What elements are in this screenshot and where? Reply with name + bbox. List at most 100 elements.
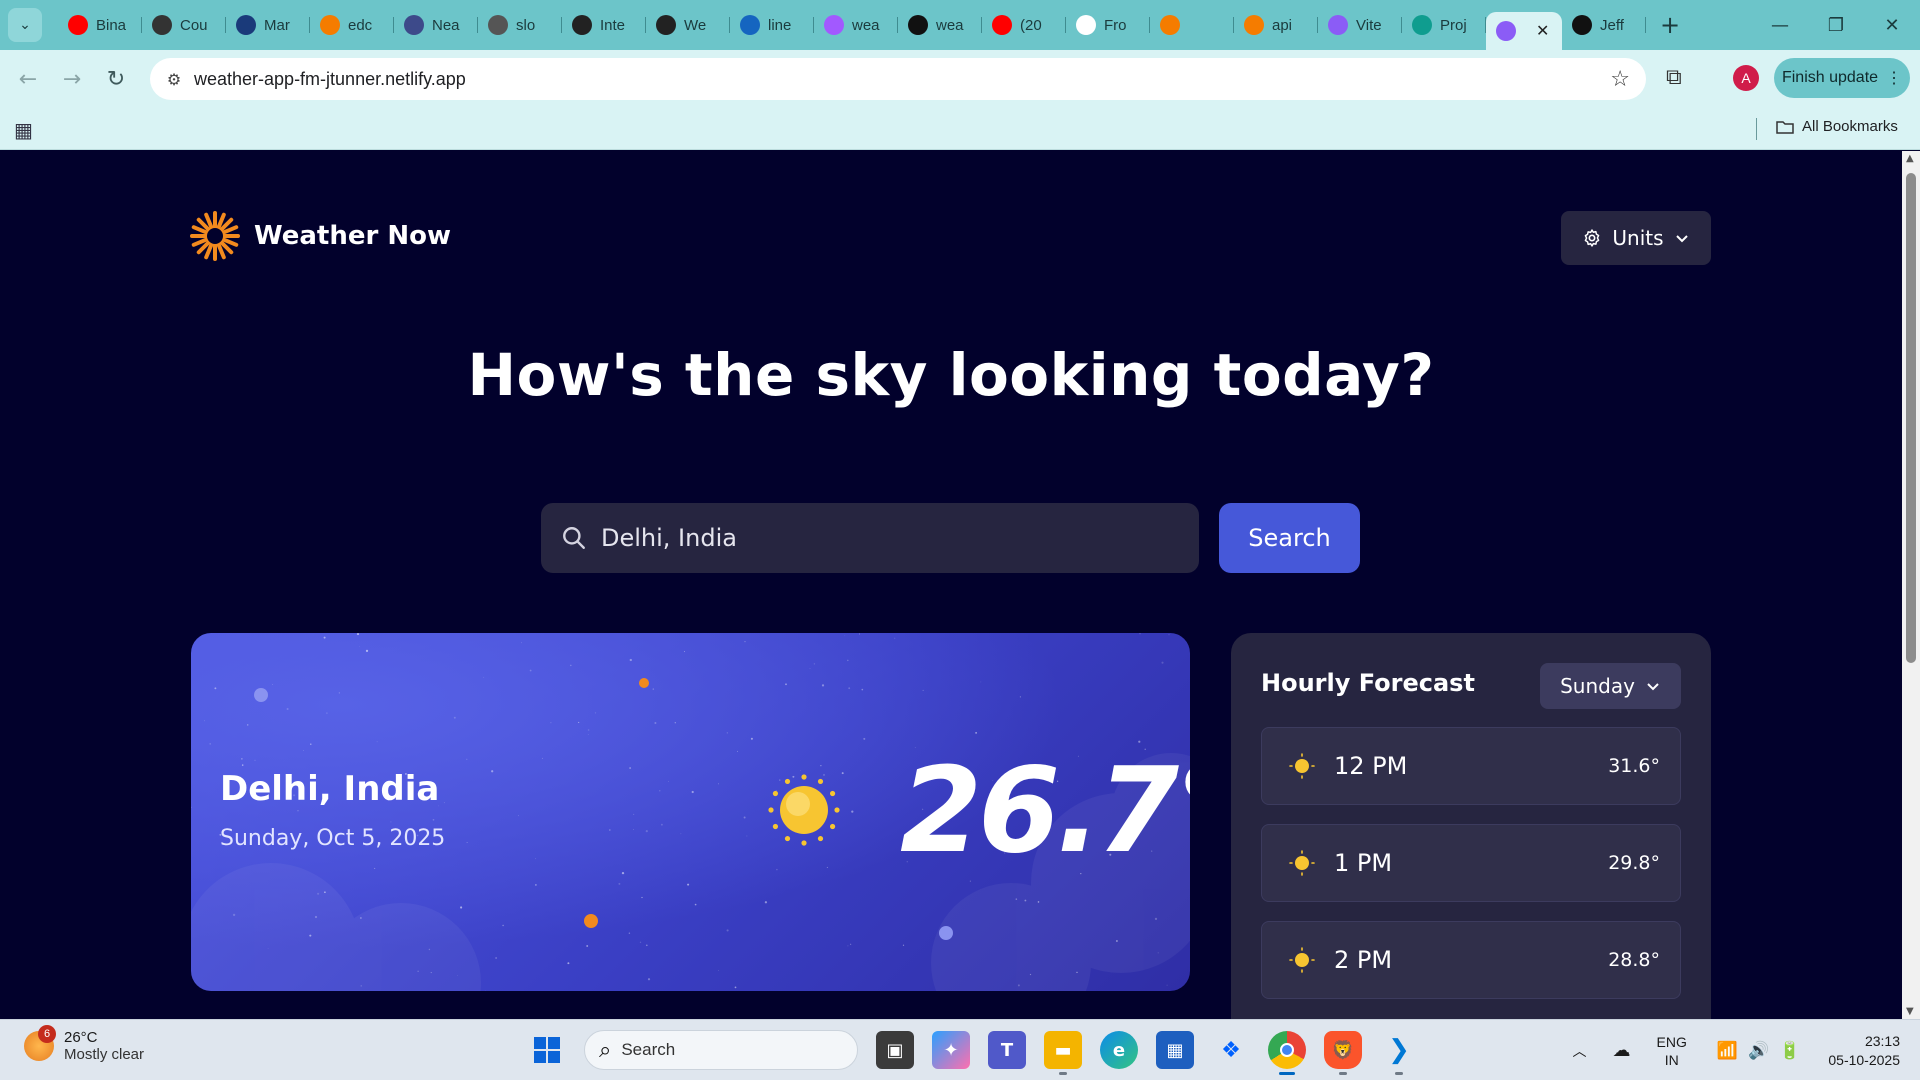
- all-bookmarks-button[interactable]: All Bookmarks: [1776, 118, 1898, 135]
- page-title: How's the sky looking today?: [467, 341, 1435, 409]
- tab-title: Bina: [96, 16, 127, 34]
- openmeteo-icon: [1160, 15, 1180, 35]
- chrome-icon[interactable]: [1268, 1031, 1306, 1075]
- more-menu-icon: ⋮: [1886, 70, 1903, 87]
- store-icon[interactable]: ▦: [1156, 1031, 1194, 1069]
- windows-start-icon[interactable]: [528, 1031, 566, 1069]
- day-select-label: Sunday: [1560, 674, 1635, 698]
- tab-title: Jeff: [1600, 16, 1624, 34]
- tab-title: (20: [1020, 16, 1042, 34]
- finish-update-button[interactable]: Finish update ⋮: [1774, 58, 1910, 98]
- extensions-icon[interactable]: ⧉: [1666, 65, 1682, 90]
- back-button[interactable]: ←: [6, 59, 50, 99]
- browser-tab-active[interactable]: ✕: [1486, 12, 1562, 50]
- browser-tab[interactable]: Nea: [394, 6, 478, 44]
- file-explorer-icon[interactable]: ▬: [1044, 1031, 1082, 1075]
- diamond-icon: [1412, 15, 1432, 35]
- hourly-temperature: 31.6°: [1608, 755, 1660, 777]
- reload-button[interactable]: ↻: [94, 59, 138, 99]
- sun-logo-icon: [190, 211, 240, 261]
- search-input[interactable]: [601, 524, 1161, 552]
- weather-app-page: Weather Now Units How's the sky looking …: [0, 151, 1902, 1019]
- browser-tab[interactable]: We: [646, 6, 730, 44]
- scroll-down-arrow[interactable]: ▼: [1906, 1006, 1914, 1017]
- gear-icon: [1585, 229, 1600, 247]
- browser-tab[interactable]: Bina: [58, 6, 142, 44]
- clock-date: 05-10-2025: [1828, 1051, 1900, 1068]
- browser-tab[interactable]: [1150, 6, 1234, 44]
- onedrive-icon[interactable]: ☁: [1613, 1040, 1631, 1061]
- restore-button[interactable]: ❐: [1808, 0, 1864, 50]
- address-bar[interactable]: ⚙ weather-app-fm-jtunner.netlify.app ☆: [150, 58, 1646, 100]
- taskbar-search-label: Search: [621, 1040, 676, 1059]
- tab-title: We: [684, 16, 707, 34]
- browser-tab[interactable]: wea: [814, 6, 898, 44]
- copilot-icon[interactable]: ✦: [932, 1031, 970, 1069]
- site-settings-icon[interactable]: ⚙: [154, 70, 194, 89]
- browser-tab[interactable]: api: [1234, 6, 1318, 44]
- tab-title: Cou: [180, 16, 208, 34]
- browser-tab[interactable]: Proj: [1402, 6, 1486, 44]
- scroll-thumb[interactable]: [1906, 173, 1916, 663]
- browser-tab[interactable]: edc: [310, 6, 394, 44]
- dropbox-icon[interactable]: ❖: [1212, 1031, 1250, 1069]
- profile-avatar[interactable]: A: [1733, 65, 1759, 91]
- browser-tab[interactable]: slo: [478, 6, 562, 44]
- teams-icon[interactable]: T: [988, 1031, 1026, 1069]
- search-button[interactable]: Search: [1219, 503, 1360, 573]
- browser-tab[interactable]: Jeff: [1562, 6, 1646, 44]
- forward-button[interactable]: →: [50, 59, 94, 99]
- new-tab-button[interactable]: +: [1660, 11, 1680, 39]
- browser-toolbar: ← → ↻ ⚙ weather-app-fm-jtunner.netlify.a…: [0, 50, 1920, 108]
- tab-title: wea: [936, 16, 964, 34]
- browser-tabstrip: ⌄ Bina Cou Mar edc Nea slo Inte We line wea wea (20…: [0, 0, 1920, 50]
- current-date: Sunday, Oct 5, 2025: [220, 826, 446, 851]
- sun-icon: [1289, 850, 1315, 876]
- tab-title: Mar: [264, 16, 290, 34]
- browser-tab[interactable]: (20: [982, 6, 1066, 44]
- sun-icon: [1289, 947, 1315, 973]
- search-icon: [563, 527, 585, 549]
- task-view-icon[interactable]: ▣: [876, 1031, 914, 1069]
- day-select-dropdown[interactable]: Sunday: [1540, 663, 1681, 709]
- fire-icon: [320, 15, 340, 35]
- url-text[interactable]: weather-app-fm-jtunner.netlify.app: [194, 69, 466, 90]
- language-indicator[interactable]: ENG IN: [1657, 1033, 1687, 1069]
- bookmark-star-icon[interactable]: ☆: [1610, 67, 1630, 92]
- network-volume-battery-icons[interactable]: 📶🔊🔋: [1717, 1041, 1811, 1061]
- brave-icon[interactable]: 🦁: [1324, 1031, 1362, 1075]
- browser-tab[interactable]: Mar: [226, 6, 310, 44]
- browser-tab[interactable]: wea: [898, 6, 982, 44]
- tab-title: slo: [516, 16, 536, 34]
- apps-grid-icon[interactable]: ▦: [14, 118, 33, 142]
- current-temperature: 26.7°: [900, 741, 1190, 879]
- page-scrollbar[interactable]: ▲ ▼: [1902, 151, 1920, 1019]
- notification-badge: 6: [38, 1025, 56, 1043]
- browser-tab[interactable]: Vite: [1318, 6, 1402, 44]
- edge-icon[interactable]: e: [1100, 1031, 1138, 1069]
- browser-tab[interactable]: Inte: [562, 6, 646, 44]
- scroll-up-arrow[interactable]: ▲: [1906, 153, 1914, 164]
- show-hidden-icons-icon[interactable]: ︿: [1573, 1041, 1587, 1061]
- course-icon: [152, 15, 172, 35]
- close-tab-icon[interactable]: ✕: [1536, 21, 1549, 41]
- search-icon: ⌕: [599, 1037, 612, 1062]
- brand-logo[interactable]: Weather Now: [190, 211, 451, 261]
- play-icon: [908, 15, 928, 35]
- browser-tab[interactable]: Fro: [1066, 6, 1150, 44]
- browser-tab[interactable]: Cou: [142, 6, 226, 44]
- taskbar-weather-widget[interactable]: 6 26°C Mostly clear: [24, 1025, 144, 1063]
- minimize-button[interactable]: —: [1752, 0, 1808, 50]
- hourly-forecast-panel: Hourly Forecast Sunday 12 PM 31.6° 1 PM …: [1231, 633, 1711, 1019]
- windows-taskbar: 6 26°C Mostly clear ⌕ Search ▣ ✦ T ▬ e ▦…: [0, 1019, 1920, 1080]
- vscode-icon[interactable]: ❯: [1380, 1031, 1418, 1075]
- taskbar-search-box[interactable]: ⌕ Search: [584, 1030, 858, 1070]
- hourly-time: 12 PM: [1334, 752, 1408, 780]
- clock[interactable]: 23:13 05-10-2025: [1828, 1032, 1900, 1070]
- region-code: IN: [1664, 1051, 1679, 1068]
- tab-search-button[interactable]: ⌄: [8, 8, 42, 42]
- tab-title: Nea: [432, 16, 460, 34]
- close-window-button[interactable]: ✕: [1864, 0, 1920, 50]
- browser-tab[interactable]: line: [730, 6, 814, 44]
- units-dropdown-button[interactable]: Units: [1561, 211, 1711, 265]
